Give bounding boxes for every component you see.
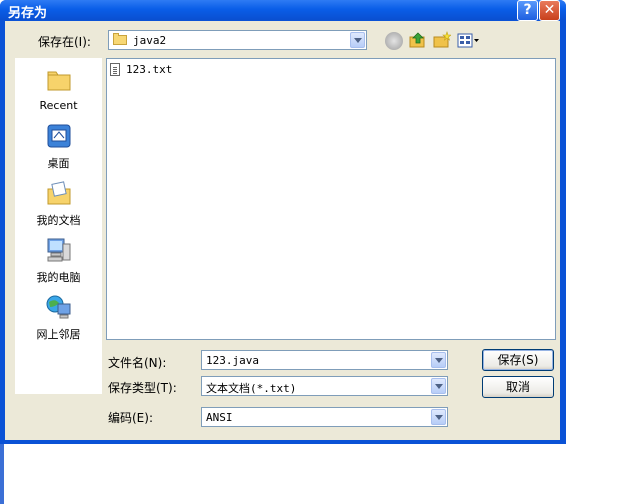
save-in-value: java2 [133, 34, 167, 47]
filename-label: 文件名(N): [108, 356, 167, 370]
cancel-button[interactable]: 取消 [482, 376, 554, 398]
place-label: 网上邻居 [36, 328, 81, 341]
my-computer-icon [47, 238, 70, 262]
chevron-down-icon[interactable] [431, 352, 446, 368]
place-label: 我的文档 [36, 214, 81, 227]
filetype-value: 文本文档(*.txt) [206, 382, 297, 395]
title-bar[interactable]: 另存为 ? ✕ [0, 0, 566, 21]
encoding-value: ANSI [206, 411, 233, 424]
my-documents-icon [47, 181, 70, 205]
encoding-label: 编码(E): [108, 411, 153, 425]
filetype-combo[interactable]: 文本文档(*.txt) [201, 376, 448, 396]
text-file-icon [110, 63, 120, 76]
places-bar: Recent 桌面 我的文档 我的电脑 网上邻居 [15, 58, 102, 394]
window-title: 另存为 [8, 6, 48, 21]
filename-value: 123.java [206, 354, 259, 367]
place-recent[interactable]: Recent [15, 66, 102, 112]
save-button[interactable]: 保存(S) [482, 349, 554, 371]
place-network[interactable]: 网上邻居 [15, 293, 102, 342]
dialog-body: 保存在(I): java2 Recent 桌面 我的文档 我的电脑 网上邻居 1… [5, 21, 560, 440]
folder-icon [113, 33, 127, 45]
place-my-documents[interactable]: 我的文档 [15, 179, 102, 228]
up-folder-icon[interactable] [409, 31, 427, 49]
recent-folder-icon [47, 71, 70, 91]
desktop-icon [47, 124, 70, 148]
back-icon[interactable] [385, 32, 403, 50]
chevron-down-icon[interactable] [350, 32, 365, 48]
chevron-down-icon[interactable] [431, 409, 446, 425]
background-edge [0, 444, 4, 504]
file-name: 123.txt [126, 63, 173, 76]
place-desktop[interactable]: 桌面 [15, 122, 102, 171]
new-folder-icon[interactable] [433, 31, 451, 49]
place-label: 我的电脑 [36, 271, 81, 284]
save-in-combo[interactable]: java2 [108, 30, 367, 50]
place-label: Recent [39, 99, 78, 112]
view-menu-icon[interactable] [457, 32, 479, 50]
place-my-computer[interactable]: 我的电脑 [15, 236, 102, 285]
help-button[interactable]: ? [517, 0, 538, 21]
save-in-label: 保存在(I): [38, 35, 91, 49]
filename-combo[interactable]: 123.java [201, 350, 448, 370]
save-as-dialog: 另存为 ? ✕ 保存在(I): java2 Recent 桌面 我的文档 我的电… [0, 0, 566, 444]
chevron-down-icon[interactable] [431, 378, 446, 394]
network-places-icon [46, 295, 70, 319]
encoding-combo[interactable]: ANSI [201, 407, 448, 427]
close-button[interactable]: ✕ [539, 0, 560, 21]
file-list[interactable]: 123.txt [106, 58, 556, 340]
place-label: 桌面 [47, 157, 70, 170]
filetype-label: 保存类型(T): [108, 381, 177, 395]
